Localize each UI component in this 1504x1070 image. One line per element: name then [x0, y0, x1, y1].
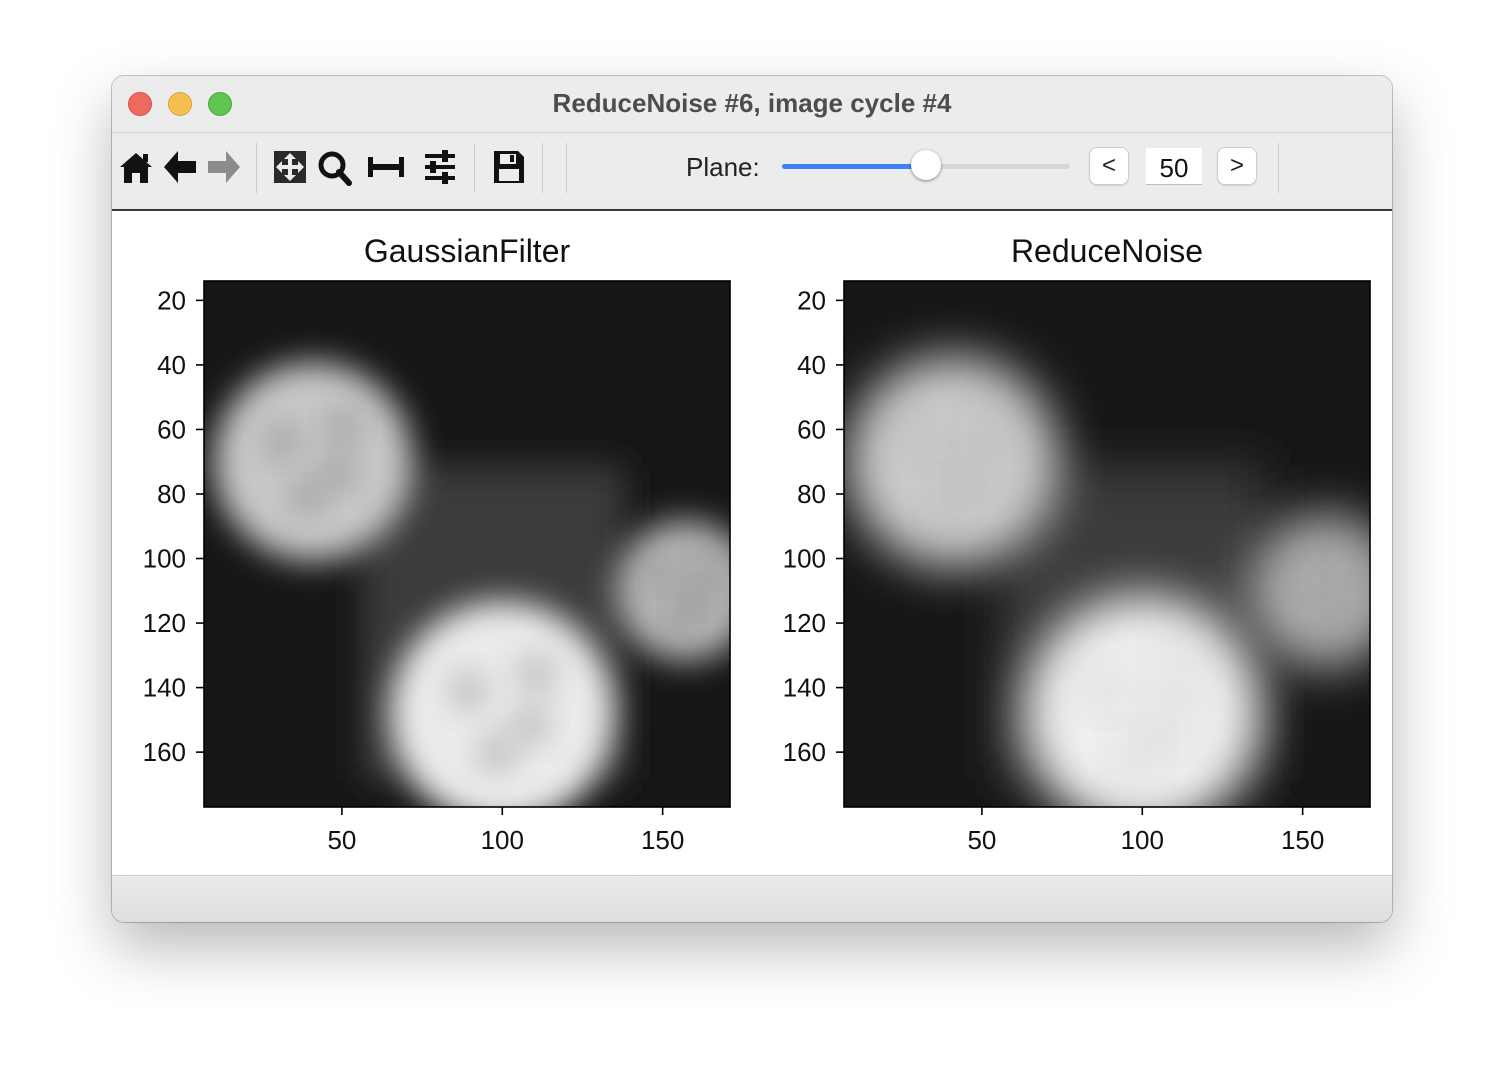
cell-texture	[1085, 668, 1129, 711]
y-tick-label: 140	[783, 673, 826, 703]
cell-texture	[668, 602, 695, 629]
y-tick-label: 100	[783, 544, 826, 574]
next-plane-button[interactable]: >	[1217, 147, 1257, 185]
x-tick-label: 150	[641, 825, 684, 855]
cell-texture	[1150, 703, 1194, 747]
toolbar-separator	[566, 143, 567, 193]
toolbar: Plane: < 50 >	[112, 133, 1392, 211]
y-tick-label: 140	[143, 673, 186, 703]
cell-texture	[290, 478, 326, 515]
cell-texture	[1288, 561, 1316, 590]
cell-blob	[390, 601, 615, 807]
image-panel-1	[204, 281, 730, 807]
forward-button[interactable]	[204, 145, 244, 189]
plane-slider-fill	[782, 164, 926, 169]
y-tick-label: 80	[157, 479, 186, 509]
cell-texture	[1330, 584, 1359, 613]
cell-texture	[902, 421, 941, 460]
y-tick-label: 60	[157, 414, 186, 444]
cell-blob	[614, 520, 730, 662]
zoom-icon	[318, 151, 352, 186]
cell-texture	[1307, 604, 1336, 632]
y-tick-label: 160	[783, 737, 826, 767]
y-tick-label: 40	[797, 350, 826, 380]
y-tick-label: 120	[143, 608, 186, 638]
status-bar	[112, 875, 1392, 922]
cell-texture	[448, 670, 489, 712]
cell-texture	[693, 553, 719, 579]
pan-button[interactable]	[270, 145, 310, 189]
plane-slider-knob[interactable]	[911, 150, 941, 180]
cell-texture	[965, 405, 1004, 444]
y-tick-label: 40	[157, 350, 186, 380]
cell-texture	[1114, 733, 1158, 777]
figure-canvas[interactable]: GaussianFilter 20 40 60 80 100 120 140 160 50 100 1…	[112, 211, 1392, 875]
subplots-button[interactable]	[366, 145, 406, 189]
home-icon	[120, 153, 152, 183]
cell-texture	[1334, 549, 1363, 578]
toolbar-separator	[474, 143, 475, 193]
cell-texture	[1156, 650, 1200, 693]
app-window: ReduceNoise #6, image cycle #4 Plane: < …	[112, 76, 1392, 922]
cell-texture	[651, 563, 677, 590]
x-tick-label: 150	[1281, 825, 1324, 855]
image-panel-2	[844, 281, 1370, 807]
y-tick-label: 60	[797, 414, 826, 444]
y-tick-label: 160	[143, 737, 186, 767]
pan-icon	[274, 151, 306, 183]
cell-texture	[515, 653, 557, 695]
save-icon	[494, 151, 524, 183]
save-button[interactable]	[488, 145, 528, 189]
zoom-button[interactable]	[314, 145, 354, 189]
toolbar-separator	[542, 143, 543, 193]
y-tick-label: 100	[143, 544, 186, 574]
configure-icon	[425, 150, 455, 184]
previous-plane-button[interactable]: <	[1089, 147, 1129, 185]
forward-arrow-icon	[208, 151, 240, 183]
panel-title: GaussianFilter	[364, 233, 571, 269]
cell-blob	[847, 355, 1059, 568]
cell-blob	[213, 362, 413, 562]
y-tick-label: 20	[157, 285, 186, 315]
toolbar-separator	[1278, 143, 1279, 193]
cell-texture	[265, 423, 302, 460]
configure-button[interactable]	[420, 145, 460, 189]
cell-texture	[690, 585, 716, 611]
back-button[interactable]	[160, 145, 200, 189]
y-tick-label: 80	[797, 479, 826, 509]
cell-texture	[510, 704, 551, 745]
cell-texture	[324, 408, 361, 445]
back-arrow-icon	[164, 151, 196, 183]
plane-label: Plane:	[686, 152, 760, 182]
cell-texture	[476, 732, 517, 774]
cell-texture	[960, 453, 999, 492]
x-tick-label: 100	[481, 825, 524, 855]
cell-texture	[320, 453, 356, 490]
plane-number-field[interactable]: 50	[1146, 148, 1202, 185]
x-tick-label: 50	[327, 825, 356, 855]
figure-svg: GaussianFilter 20 40 60 80 100 120 140 160 50 100 1…	[143, 233, 1371, 855]
toolbar-separator	[256, 143, 257, 193]
y-tick-label: 20	[797, 285, 826, 315]
home-button[interactable]	[116, 145, 156, 189]
title-bar: ReduceNoise #6, image cycle #4	[112, 76, 1392, 133]
subplots-icon	[368, 157, 404, 177]
cell-blob	[1023, 594, 1261, 807]
x-tick-label: 50	[967, 825, 996, 855]
window-title: ReduceNoise #6, image cycle #4	[552, 88, 952, 118]
y-tick-label: 120	[783, 608, 826, 638]
x-tick-label: 100	[1121, 825, 1164, 855]
cell-texture	[928, 479, 967, 519]
panel-title: ReduceNoise	[1011, 233, 1203, 269]
